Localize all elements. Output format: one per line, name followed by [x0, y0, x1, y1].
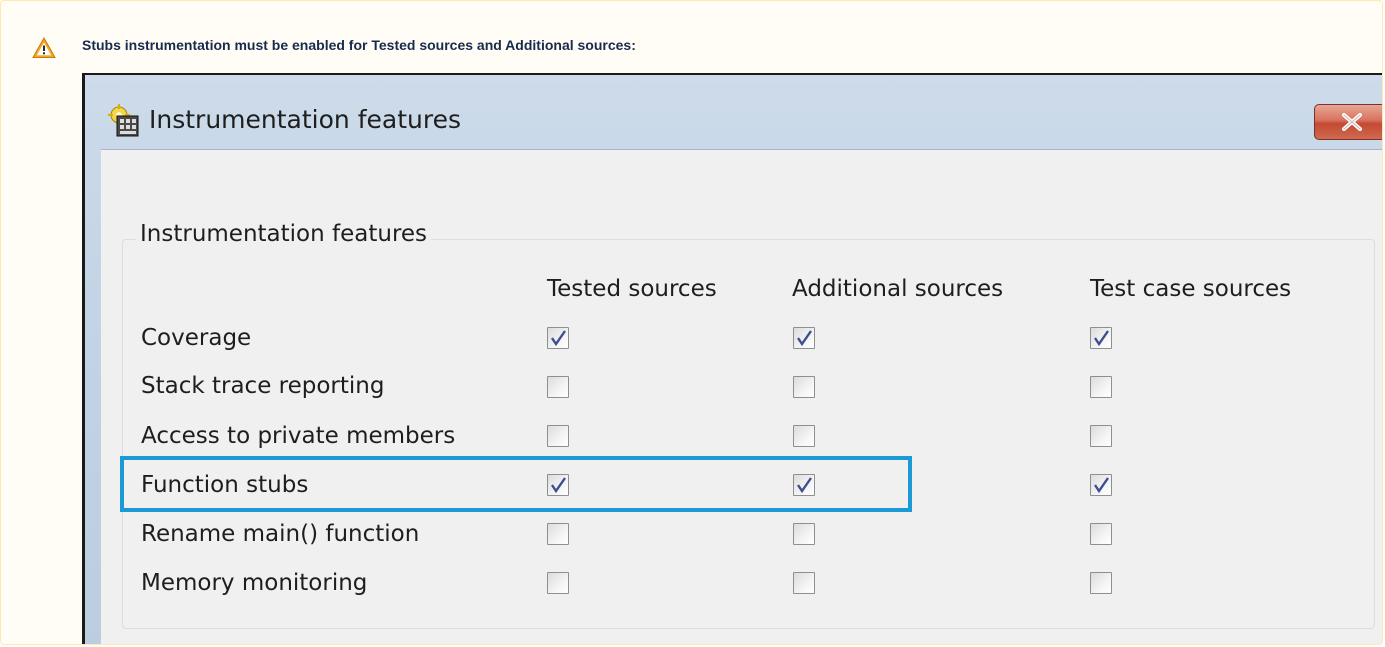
checkmark-icon — [1094, 330, 1109, 347]
row-label-memory-monitoring: Memory monitoring — [141, 570, 368, 596]
checkbox-rename-main-additional[interactable] — [793, 523, 815, 545]
checkbox-rename-main-testcase[interactable] — [1090, 523, 1112, 545]
row-label-stack-trace: Stack trace reporting — [141, 373, 385, 399]
checkbox-private-members-tested[interactable] — [547, 425, 569, 447]
group-title: Instrumentation features — [136, 221, 432, 247]
checkbox-memory-monitoring-tested[interactable] — [547, 572, 569, 594]
checkmark-icon — [1094, 477, 1109, 494]
column-header-tested-sources: Tested sources — [547, 276, 717, 302]
checkbox-coverage-testcase[interactable] — [1090, 327, 1112, 349]
checkbox-stack-trace-additional[interactable] — [793, 376, 815, 398]
warning-icon — [32, 36, 56, 58]
checkbox-coverage-additional[interactable] — [793, 327, 815, 349]
dialog-screenshot: Instrumentation features Instrumentation… — [82, 73, 1382, 644]
warning-message: Stubs instrumentation must be enabled fo… — [82, 37, 636, 53]
row-label-coverage: Coverage — [141, 325, 252, 351]
column-header-additional-sources: Additional sources — [792, 276, 1004, 302]
checkbox-stack-trace-testcase[interactable] — [1090, 376, 1112, 398]
dialog-title: Instrumentation features — [149, 105, 461, 134]
checkbox-function-stubs-testcase[interactable] — [1090, 474, 1112, 496]
app-icon — [108, 104, 139, 137]
function-stubs-highlight — [120, 456, 912, 512]
dialog-titlebar[interactable]: Instrumentation features — [85, 75, 1382, 145]
checkbox-coverage-tested[interactable] — [547, 327, 569, 349]
checkbox-private-members-testcase[interactable] — [1090, 425, 1112, 447]
dialog-client-area: Instrumentation features Tested sources … — [101, 149, 1382, 644]
checkbox-private-members-additional[interactable] — [793, 425, 815, 447]
checkbox-stack-trace-tested[interactable] — [547, 376, 569, 398]
checkmark-icon — [797, 330, 812, 347]
row-label-private-members: Access to private members — [141, 423, 456, 449]
row-label-rename-main: Rename main() function — [141, 521, 420, 547]
checkmark-icon — [551, 330, 566, 347]
warning-panel: Stubs instrumentation must be enabled fo… — [0, 0, 1383, 645]
checkbox-memory-monitoring-testcase[interactable] — [1090, 572, 1112, 594]
column-header-test-case-sources: Test case sources — [1090, 276, 1292, 302]
checkbox-memory-monitoring-additional[interactable] — [793, 572, 815, 594]
close-icon — [1342, 113, 1362, 131]
dialog-window: Instrumentation features Instrumentation… — [85, 75, 1382, 644]
checkbox-rename-main-tested[interactable] — [547, 523, 569, 545]
close-button[interactable] — [1314, 104, 1382, 140]
